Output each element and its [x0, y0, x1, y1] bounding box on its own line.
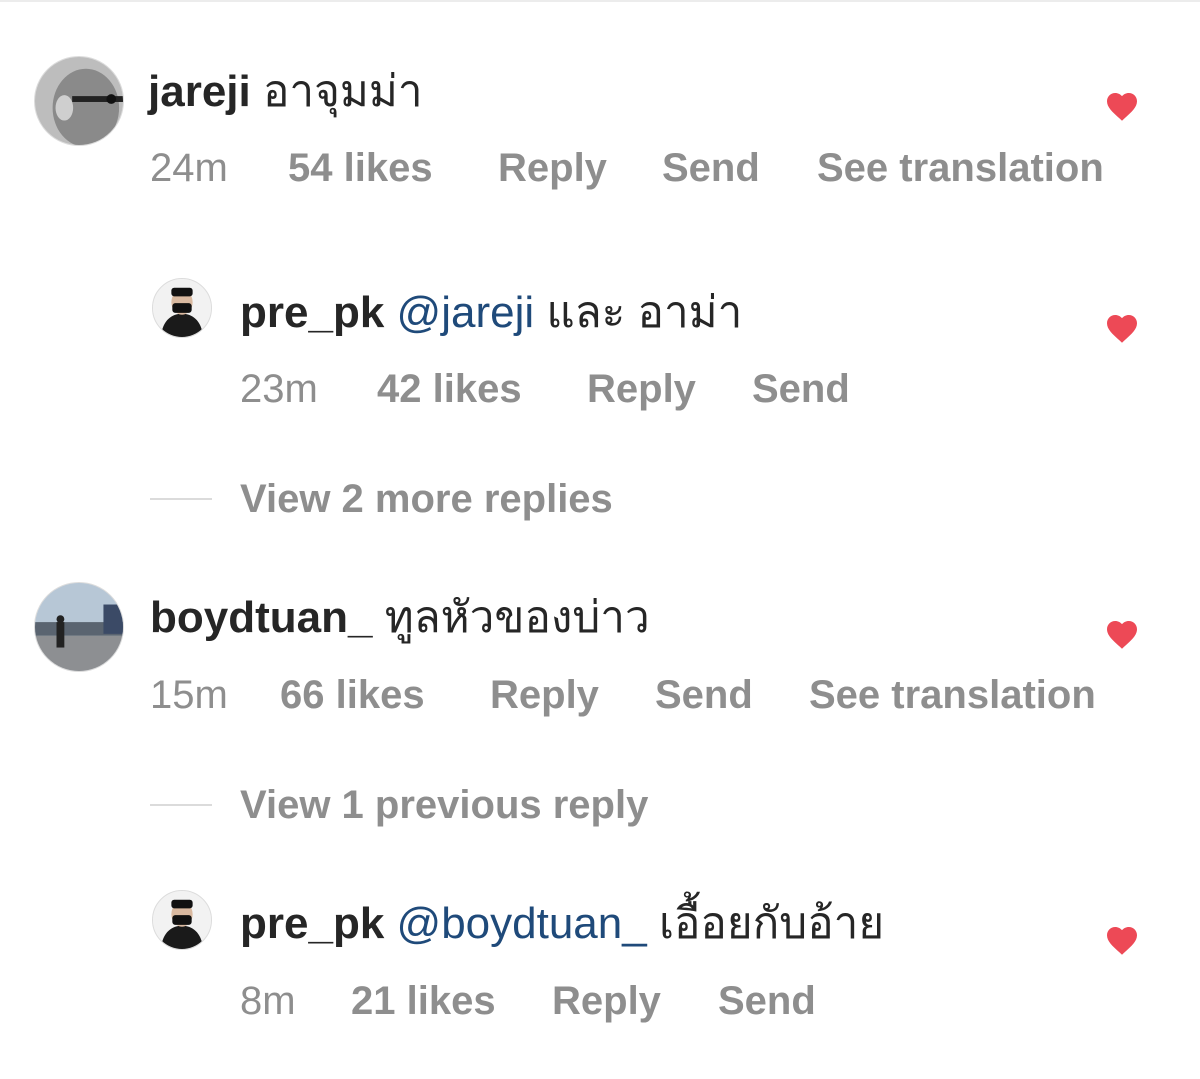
likes-count[interactable]: 42 likes [377, 364, 522, 414]
comment-body: jareji อาจุมม่า [148, 64, 423, 120]
view-previous-reply-button[interactable]: View 1 previous reply [240, 780, 648, 830]
reply-mention[interactable]: @jareji [397, 288, 535, 337]
reply-button[interactable]: Reply [490, 670, 599, 720]
reply-time: 23m [240, 367, 318, 411]
avatar-jareji[interactable] [34, 56, 124, 146]
comment-body: boydtuan_ ทูลหัวของบ่าว [150, 590, 650, 646]
likes-count[interactable]: 21 likes [351, 976, 496, 1026]
likes-count[interactable]: 54 likes [288, 143, 433, 193]
like-heart-icon[interactable] [1104, 88, 1140, 122]
like-heart-icon[interactable] [1104, 310, 1140, 344]
avatar-pre-pk[interactable] [152, 278, 212, 338]
comment-username[interactable]: boydtuan_ [150, 593, 372, 642]
replies-divider [150, 804, 212, 806]
like-heart-icon[interactable] [1104, 922, 1140, 956]
avatar-photo-icon [153, 891, 211, 949]
replies-divider [150, 498, 212, 500]
view-more-replies-button[interactable]: View 2 more replies [240, 474, 613, 524]
avatar-pre-pk[interactable] [152, 890, 212, 950]
comment-username[interactable]: jareji [148, 67, 251, 116]
send-button[interactable]: Send [752, 364, 850, 414]
reply-time: 8m [240, 979, 296, 1023]
comment-text: ทูลหัวของบ่าว [384, 593, 650, 642]
reply-text: เอื้อยกับอ้าย [658, 899, 885, 948]
comment-text: อาจุมม่า [262, 67, 423, 116]
top-divider [0, 0, 1200, 2]
avatar-photo-icon [35, 57, 123, 145]
avatar-photo-icon [35, 583, 123, 671]
comment-time: 24m [150, 146, 228, 190]
see-translation-button[interactable]: See translation [817, 143, 1104, 193]
send-button[interactable]: Send [655, 670, 753, 720]
send-button[interactable]: Send [662, 143, 760, 193]
see-translation-button[interactable]: See translation [809, 670, 1096, 720]
reply-username[interactable]: pre_pk [240, 288, 384, 337]
comment-time: 15m [150, 673, 228, 717]
send-button[interactable]: Send [718, 976, 816, 1026]
avatar-photo-icon [153, 279, 211, 337]
avatar-boydtuan[interactable] [34, 582, 124, 672]
reply-button[interactable]: Reply [498, 143, 607, 193]
reply-button[interactable]: Reply [552, 976, 661, 1026]
reply-body: pre_pk @jareji และ อาม่า [240, 285, 742, 341]
likes-count[interactable]: 66 likes [280, 670, 425, 720]
reply-button[interactable]: Reply [587, 364, 696, 414]
reply-username[interactable]: pre_pk [240, 899, 384, 948]
reply-mention[interactable]: @boydtuan_ [397, 899, 647, 948]
reply-body: pre_pk @boydtuan_ เอื้อยกับอ้าย [240, 896, 884, 952]
reply-text: และ อาม่า [546, 288, 743, 337]
like-heart-icon[interactable] [1104, 616, 1140, 650]
